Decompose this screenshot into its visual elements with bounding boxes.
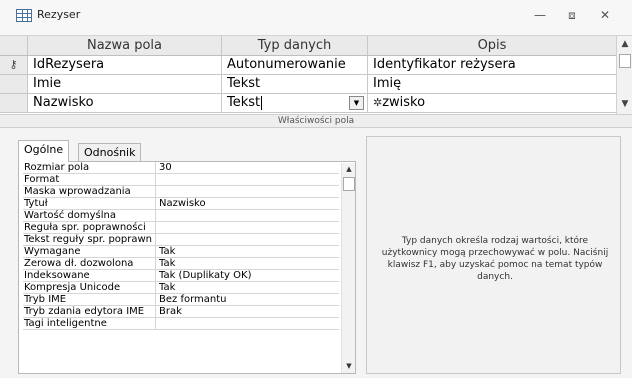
data-type-value: Tekst xyxy=(227,95,261,110)
property-name: Wartość domyślna xyxy=(23,210,156,222)
grid-header-row: Nazwa pola Typ danych Opis xyxy=(0,36,616,56)
restore-button[interactable]: ⧈ xyxy=(563,6,581,24)
property-name: Zerowa dł. dozwolona xyxy=(23,258,156,270)
property-row[interactable]: Tryb zdania edytora IME Brak xyxy=(23,306,339,318)
properties-scrollbar[interactable]: ▲ ▼ xyxy=(341,163,355,373)
properties-panel: Rozmiar pola 30 Format Maska wprowadzania… xyxy=(18,161,356,374)
property-name: Indeksowane xyxy=(23,270,156,282)
field-properties-area: Ogólne Odnośnik Rozmiar pola 30 Format Ma… xyxy=(0,128,632,378)
property-value[interactable]: Tak (Duplikaty OK) xyxy=(159,270,339,282)
row-selector-header[interactable] xyxy=(0,36,28,55)
primary-key-icon: ⚷ xyxy=(9,58,18,71)
property-value[interactable] xyxy=(159,210,339,222)
property-value[interactable] xyxy=(159,186,339,198)
property-row[interactable]: Tryb IME Bez formantu xyxy=(23,294,339,306)
help-panel: Typ danych określa rodzaj wartości, któr… xyxy=(366,136,621,374)
property-row[interactable]: Zerowa dł. dozwolona Tak xyxy=(23,258,339,270)
title-bar: Rezyser — ⧈ ✕ xyxy=(0,0,632,36)
help-text: Typ danych określa rodzaj wartości, któr… xyxy=(381,236,609,282)
properties-table: Rozmiar pola 30 Format Maska wprowadzania… xyxy=(23,162,339,330)
scroll-up-arrow-icon[interactable]: ▲ xyxy=(343,164,355,174)
scroll-down-arrow-icon[interactable]: ▼ xyxy=(619,98,631,110)
column-header-field-name: Nazwa pola xyxy=(28,36,222,55)
property-value[interactable]: Tak xyxy=(159,282,339,294)
field-properties-label: Właściwości pola xyxy=(0,114,632,128)
scroll-thumb[interactable] xyxy=(619,54,631,68)
field-name-cell[interactable]: Nazwisko xyxy=(28,94,222,112)
scroll-thumb[interactable] xyxy=(343,177,355,191)
field-grid: Nazwa pola Typ danych Opis ⚷ IdRezysera … xyxy=(0,36,632,114)
description-cell[interactable]: Imię xyxy=(368,75,616,93)
property-name: Tryb IME xyxy=(23,294,156,306)
property-value[interactable]: Brak xyxy=(159,306,339,318)
field-row[interactable]: ⚷ IdRezysera Autonumerowanie Identyfikat… xyxy=(0,56,616,75)
property-name: Format xyxy=(23,174,156,186)
close-button[interactable]: ✕ xyxy=(596,6,614,24)
row-selector[interactable]: ⚷ xyxy=(0,56,28,74)
property-row[interactable]: Kompresja Unicode Tak xyxy=(23,282,339,294)
property-value[interactable] xyxy=(159,174,339,186)
property-name: Kompresja Unicode xyxy=(23,282,156,294)
property-value[interactable]: Nazwisko xyxy=(159,198,339,210)
property-name: Tytuł xyxy=(23,198,156,210)
table-icon xyxy=(16,9,32,22)
property-value[interactable]: Bez formantu xyxy=(159,294,339,306)
property-row[interactable]: Rozmiar pola 30 xyxy=(23,162,339,174)
column-header-description: Opis xyxy=(477,38,507,53)
column-header-data-type: Typ danych xyxy=(222,36,368,55)
property-value[interactable] xyxy=(159,318,339,330)
dropdown-arrow-button[interactable]: ▼ xyxy=(349,96,364,110)
property-name: Tryb zdania edytora IME xyxy=(23,306,156,318)
property-row[interactable]: Wymagane Tak xyxy=(23,246,339,258)
property-row[interactable]: Reguła spr. poprawności xyxy=(23,222,339,234)
text-caret xyxy=(261,95,263,110)
property-row[interactable]: Tytuł Nazwisko xyxy=(23,198,339,210)
tab-general[interactable]: Ogólne xyxy=(18,140,70,162)
property-value[interactable] xyxy=(159,222,339,234)
description-cell[interactable]: Identyfikator reżysera xyxy=(368,56,616,74)
property-name: Maska wprowadzania xyxy=(23,186,156,198)
property-name: Wymagane xyxy=(23,246,156,258)
field-name-cell[interactable]: Imie xyxy=(28,75,222,93)
data-type-cell[interactable]: Tekst xyxy=(222,75,368,93)
property-value[interactable]: Tak xyxy=(159,258,339,270)
window-title: Rezyser xyxy=(37,8,81,21)
row-selector[interactable] xyxy=(0,75,28,93)
field-name-cell[interactable]: IdRezysera xyxy=(28,56,222,74)
cursor-icon: ✲ xyxy=(373,96,383,109)
row-selector[interactable] xyxy=(0,94,28,112)
description-value: zwisko xyxy=(382,95,426,110)
property-row[interactable]: Wartość domyślna xyxy=(23,210,339,222)
table-design-window: Rezyser — ⧈ ✕ Nazwa pola Typ danych Opis… xyxy=(0,0,632,378)
property-row[interactable]: Maska wprowadzania xyxy=(23,186,339,198)
data-type-cell[interactable]: Autonumerowanie xyxy=(222,56,368,74)
property-value[interactable]: Tak xyxy=(159,246,339,258)
property-value[interactable] xyxy=(159,234,339,246)
property-row[interactable]: Tekst reguły spr. poprawn xyxy=(23,234,339,246)
property-value[interactable]: 30 xyxy=(159,162,339,174)
property-row[interactable]: Format xyxy=(23,174,339,186)
property-name: Tekst reguły spr. poprawn xyxy=(23,234,156,246)
property-name: Reguła spr. poprawności xyxy=(23,222,156,234)
grid-scrollbar[interactable]: ▲ ▼ xyxy=(616,36,632,114)
property-row[interactable]: Indeksowane Tak (Duplikaty OK) xyxy=(23,270,339,282)
property-name: Tagi inteligentne xyxy=(23,318,156,330)
minimize-button[interactable]: — xyxy=(531,6,549,24)
scroll-up-arrow-icon[interactable]: ▲ xyxy=(619,38,631,50)
property-name: Rozmiar pola xyxy=(23,162,156,174)
scroll-down-arrow-icon[interactable]: ▼ xyxy=(343,361,355,371)
property-row[interactable]: Tagi inteligentne xyxy=(23,318,339,330)
field-row-selected[interactable]: Nazwisko Tekst ▼ ✲zwisko xyxy=(0,94,616,113)
field-row[interactable]: Imie Tekst Imię xyxy=(0,75,616,94)
description-cell[interactable]: ✲zwisko xyxy=(368,94,616,112)
data-type-combo[interactable]: Tekst ▼ xyxy=(222,94,368,112)
tab-lookup[interactable]: Odnośnik xyxy=(78,143,142,162)
